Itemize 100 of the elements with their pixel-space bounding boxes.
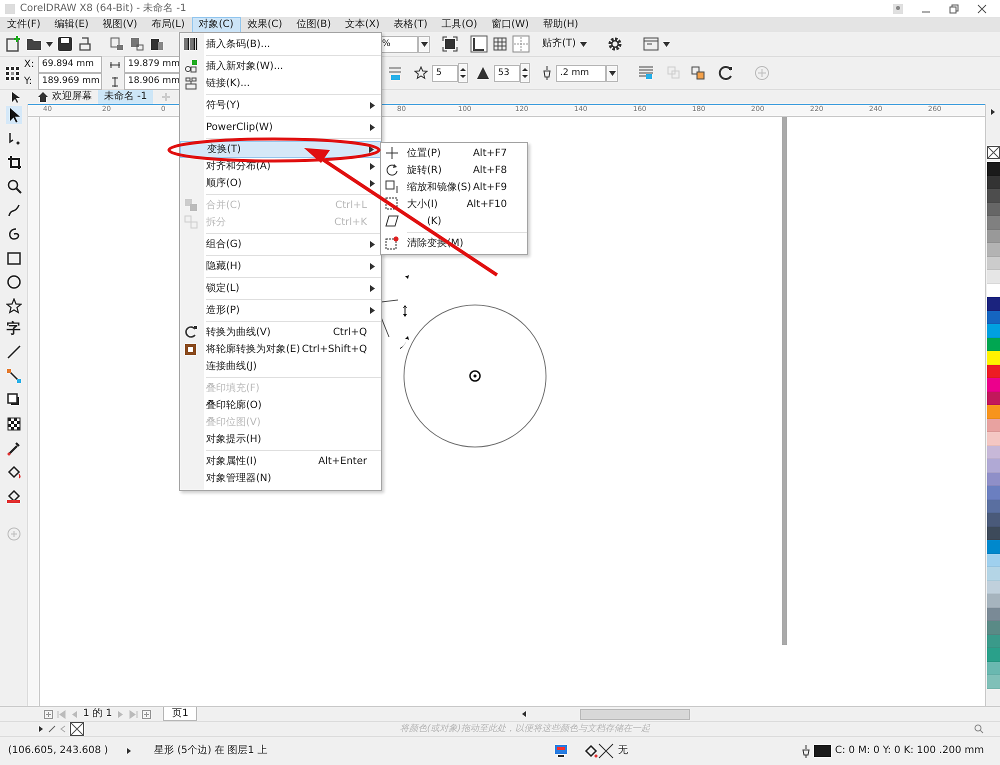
rulers-icon[interactable] [470, 35, 488, 53]
menu-entry[interactable]: 对象管理器(N) [180, 470, 381, 487]
color-swatch[interactable] [986, 567, 1000, 580]
menu-entry[interactable]: 组合(G) [180, 236, 381, 253]
submenu-entry[interactable]: 缩放和镜像(S) Alt+F9 [381, 179, 527, 196]
menu-entry[interactable]: PowerClip(W) [180, 119, 381, 136]
menu-item[interactable]: 位图(B) [289, 16, 338, 32]
color-swatch[interactable] [986, 243, 1000, 256]
color-swatch[interactable] [986, 202, 1000, 216]
new-document-icon[interactable] [4, 35, 22, 53]
x-position-field[interactable]: 69.894 mm [38, 56, 102, 73]
menu-entry[interactable]: 连接曲线(J) [180, 358, 381, 375]
color-swatch[interactable] [986, 662, 1000, 675]
menu-entry[interactable]: 将轮廓转换为对象(E) Ctrl+Shift+Q [180, 341, 381, 358]
menu-item[interactable]: 文件(F) [0, 16, 48, 32]
menu-entry[interactable]: 造形(P) [180, 302, 381, 319]
object-origin-icon[interactable] [4, 65, 20, 81]
color-swatch[interactable] [986, 418, 1000, 432]
save-icon[interactable] [57, 36, 73, 52]
horizontal-scrollbar[interactable] [580, 708, 690, 720]
color-swatch[interactable] [986, 216, 1000, 230]
document-tab[interactable]: 未命名 -1 [98, 90, 154, 104]
color-swatch[interactable] [986, 230, 1000, 243]
crop-icon[interactable] [6, 154, 22, 170]
account-icon[interactable] [892, 2, 904, 14]
color-swatch[interactable] [986, 405, 1000, 418]
checkerboard-icon[interactable] [6, 416, 22, 432]
menu-item[interactable]: 视图(V) [96, 16, 144, 32]
menu-item[interactable]: 效果(C) [240, 16, 290, 32]
ellipse-icon[interactable] [6, 274, 22, 290]
import-icon[interactable] [109, 36, 125, 52]
color-swatch[interactable] [986, 256, 1000, 270]
color-swatch[interactable] [986, 459, 1000, 472]
folder-icon[interactable] [26, 36, 42, 52]
freehand-icon[interactable] [6, 202, 22, 218]
zoom-icon[interactable] [6, 178, 22, 194]
menu-item[interactable]: 文本(X) [338, 16, 387, 32]
color-swatch[interactable] [986, 189, 1000, 202]
rectangle-icon[interactable] [6, 250, 22, 266]
drop-shadow-icon[interactable] [6, 392, 22, 408]
no-color-swatch-icon[interactable] [986, 146, 1000, 159]
menu-item[interactable]: 对象(C) [192, 16, 241, 32]
menu-entry[interactable]: 对象属性(I) Alt+Enter [180, 453, 381, 470]
menu-entry[interactable]: 锁定(L) [180, 280, 381, 297]
menu-item[interactable]: 表格(T) [386, 16, 435, 32]
menu-entry[interactable]: 顺序(O) [180, 175, 381, 192]
submenu-entry[interactable]: (K) [381, 213, 527, 230]
color-swatch[interactable] [986, 608, 1000, 621]
align-icon[interactable] [388, 65, 402, 81]
color-swatch[interactable] [986, 338, 1000, 351]
color-swatch[interactable] [986, 500, 1000, 513]
menu-entry[interactable]: 插入条码(B)... [180, 36, 381, 53]
color-swatch[interactable] [986, 621, 1000, 634]
restore-icon[interactable] [948, 2, 960, 14]
submenu-entry[interactable]: 位置(P) Alt+F7 [381, 145, 527, 162]
color-swatch[interactable] [986, 580, 1000, 594]
grid-icon[interactable] [492, 36, 508, 52]
expand-arrow-icon[interactable] [126, 747, 132, 755]
line-tool-icon[interactable] [6, 344, 22, 360]
spinner-button[interactable] [458, 63, 468, 83]
menu-entry[interactable]: 对象提示(H) [180, 431, 381, 448]
no-color-swatch-icon[interactable] [70, 722, 84, 736]
color-swatch[interactable] [986, 634, 1000, 648]
color-swatch[interactable] [986, 297, 1000, 310]
outline-width-dropdown-button[interactable] [606, 64, 618, 82]
scroll-up-arrow-icon[interactable] [989, 108, 997, 116]
color-swatch[interactable] [986, 176, 1000, 189]
scroll-left-icon[interactable] [520, 710, 528, 718]
color-swatch[interactable] [986, 472, 1000, 486]
menu-entry[interactable]: 符号(Y) [180, 97, 381, 114]
menu-item[interactable]: 编辑(E) [48, 16, 96, 32]
document-tab[interactable]: 欢迎屏幕 [32, 90, 98, 104]
color-swatch[interactable] [986, 351, 1000, 364]
rotate-handle-icon[interactable] [400, 336, 409, 349]
stretch-handle-icon[interactable] [403, 305, 407, 317]
print-icon[interactable] [77, 36, 93, 52]
full-screen-icon[interactable] [442, 36, 458, 52]
outline-width-field[interactable]: .2 mm [556, 64, 606, 82]
menu-item[interactable]: 工具(O) [434, 16, 484, 32]
caret-icon[interactable] [46, 42, 53, 46]
color-swatch[interactable] [986, 526, 1000, 540]
color-swatch[interactable] [986, 324, 1000, 338]
color-swatch[interactable] [986, 162, 1000, 176]
pick-tool-icon[interactable] [6, 106, 22, 124]
menu-entry[interactable]: 隐藏(H) [180, 258, 381, 275]
color-swatch[interactable] [986, 486, 1000, 500]
y-position-field[interactable]: 189.969 mm [38, 73, 102, 90]
export-icon[interactable] [129, 36, 145, 52]
menu-item[interactable]: 窗口(W) [484, 16, 536, 32]
fill-bucket-icon[interactable] [6, 464, 22, 480]
convert-curve-icon[interactable] [718, 65, 734, 81]
caret-icon[interactable] [580, 42, 587, 46]
color-swatch[interactable] [986, 378, 1000, 392]
color-swatch[interactable] [986, 540, 1000, 554]
color-swatch[interactable] [986, 432, 1000, 446]
text-wrap-icon[interactable] [638, 65, 654, 81]
color-swatch[interactable] [986, 594, 1000, 608]
color-swatch[interactable] [986, 648, 1000, 662]
submenu-entry[interactable]: 旋转(R) Alt+F8 [381, 162, 527, 179]
menu-item[interactable]: 布局(L) [144, 16, 192, 32]
